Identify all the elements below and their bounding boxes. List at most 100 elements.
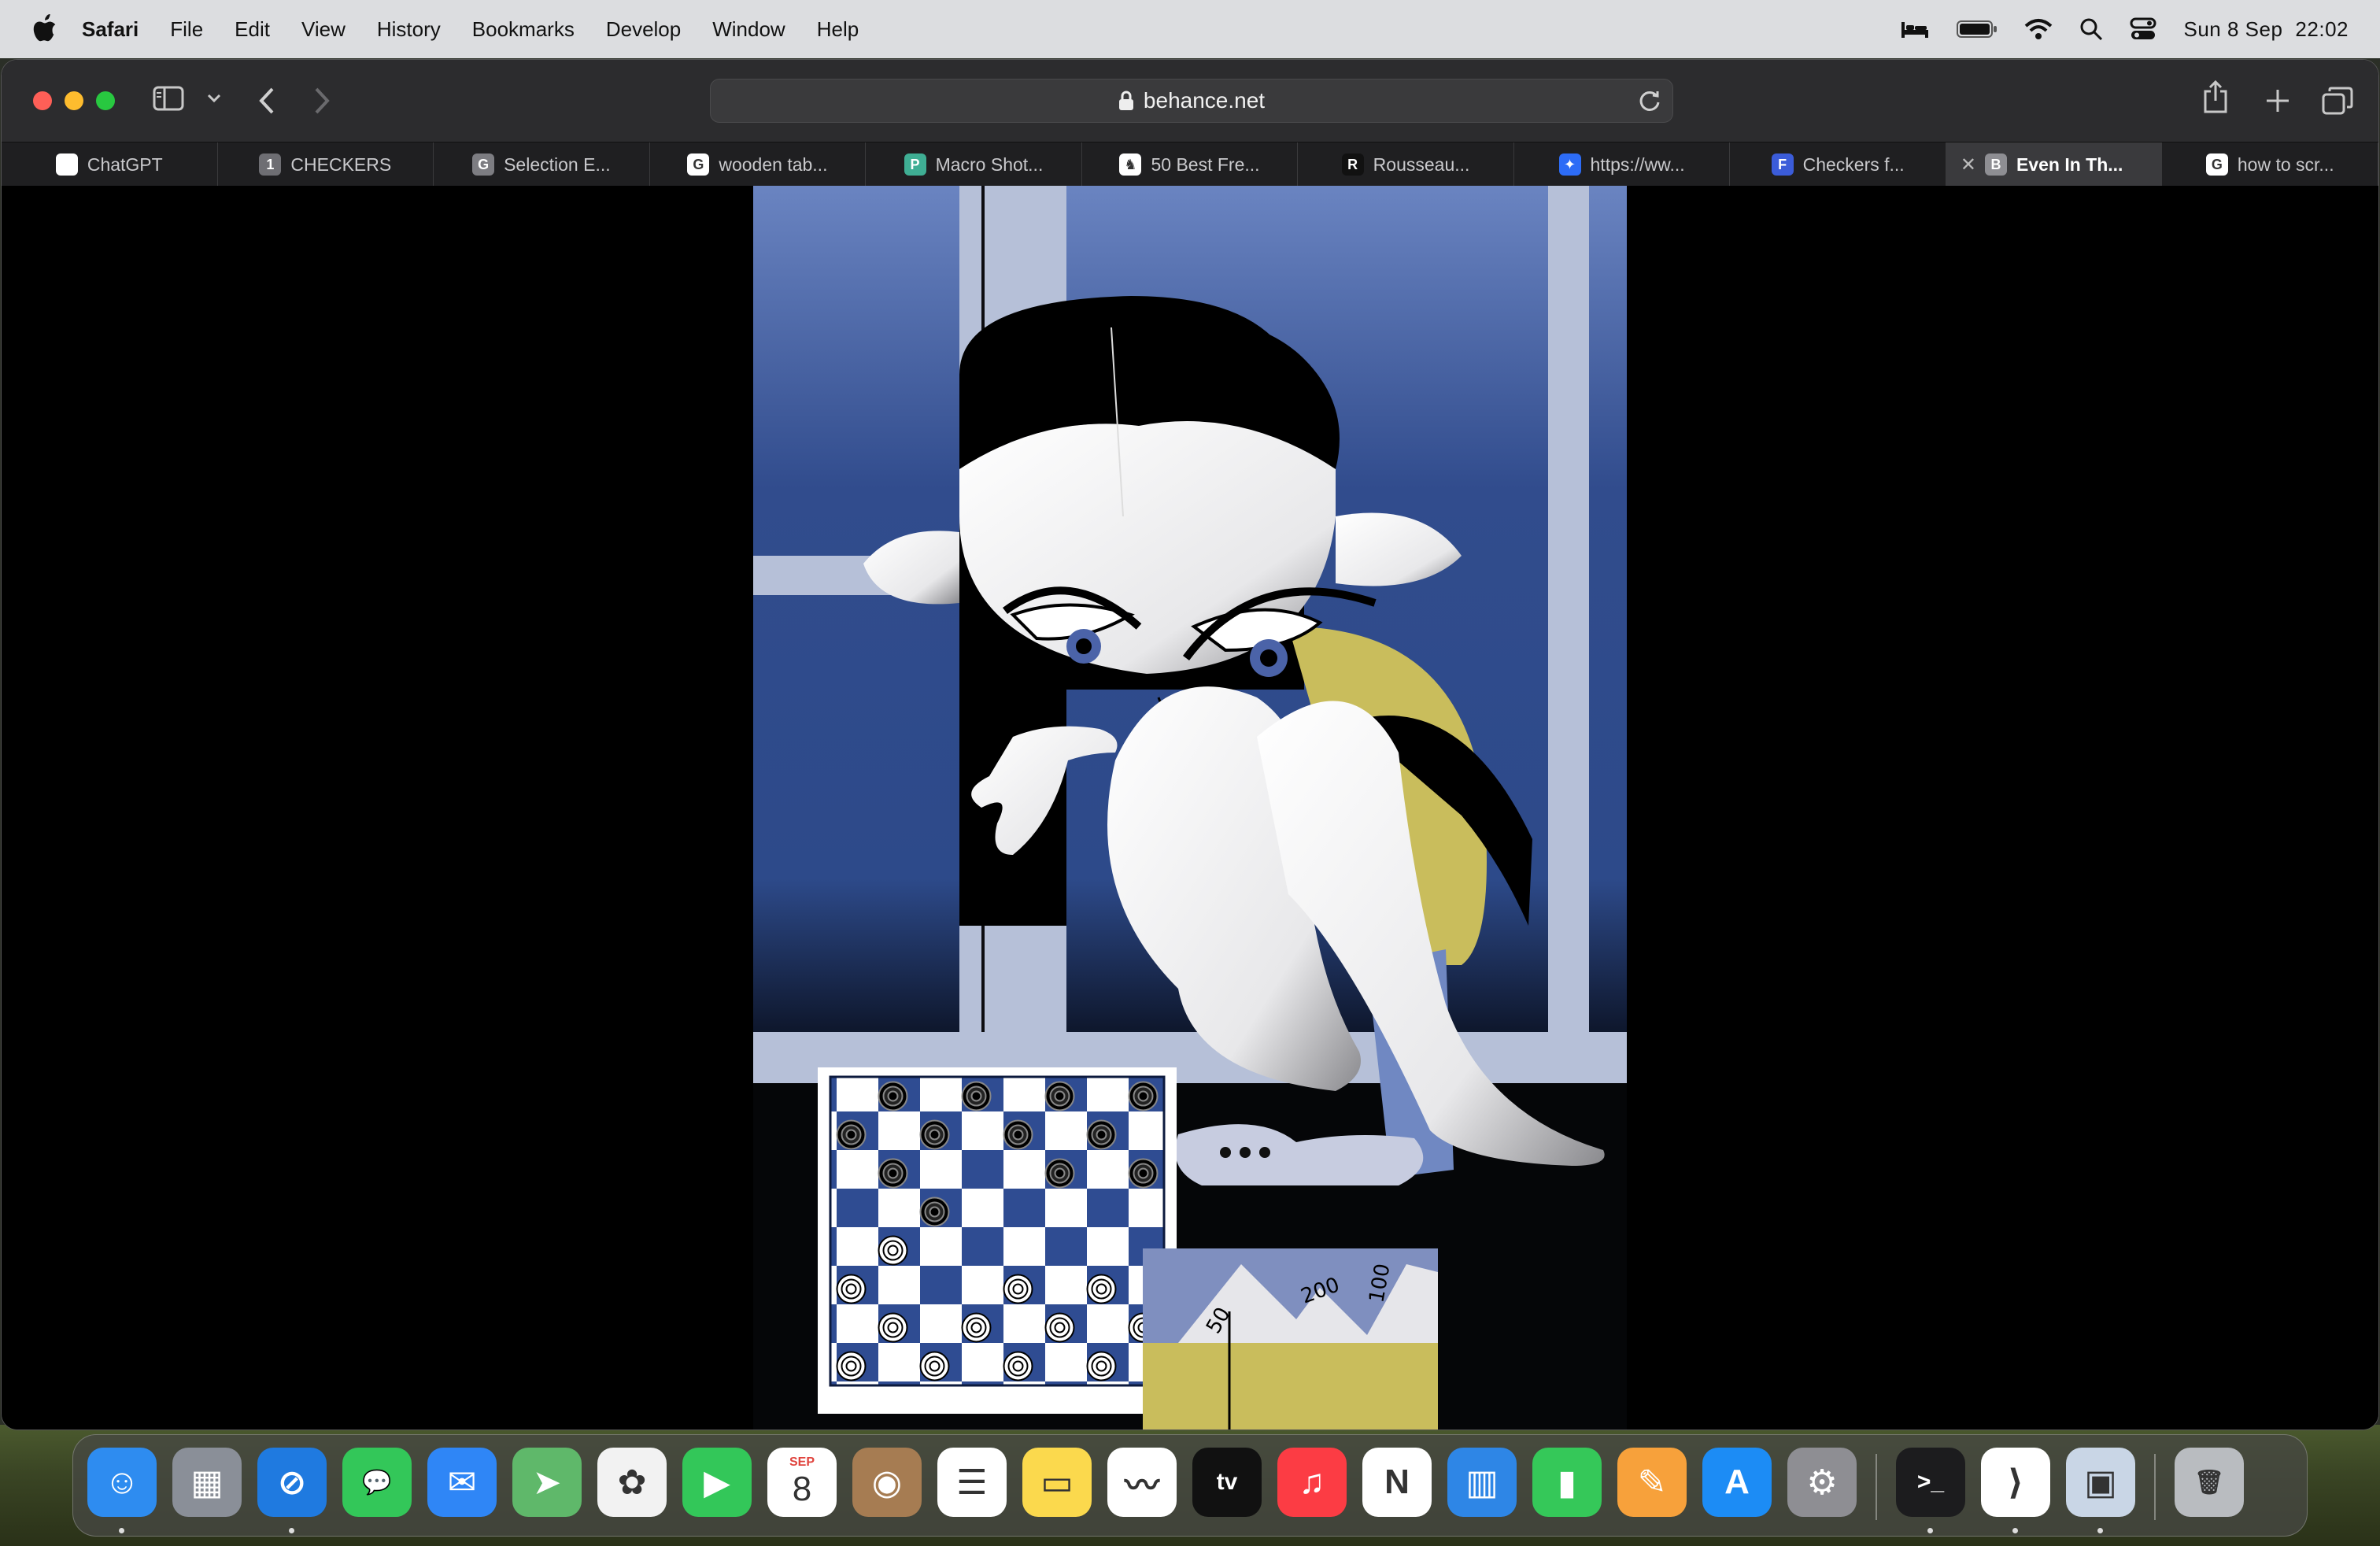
facetime-icon[interactable]: ▶ xyxy=(682,1448,752,1517)
finder-icon[interactable]: ☺ xyxy=(87,1448,157,1517)
browser-tab[interactable]: P Macro Shot... xyxy=(866,142,1082,187)
browser-tab[interactable]: F Checkers f... xyxy=(1730,142,1946,187)
browser-tab[interactable]: 1 CHECKERS xyxy=(218,142,434,187)
browser-tab[interactable]: ♞ 50 Best Fre... xyxy=(1082,142,1299,187)
white-checker-piece xyxy=(1012,1283,1024,1295)
menu-edit[interactable]: Edit xyxy=(235,17,270,42)
menu-file[interactable]: File xyxy=(170,17,203,42)
tab-label: ChatGPT xyxy=(87,153,163,175)
spotlight-search-icon[interactable] xyxy=(2079,17,2103,41)
vscode-icon[interactable]: ⟩ xyxy=(1981,1448,2050,1517)
address-bar[interactable]: behance.net xyxy=(710,79,1673,123)
running-indicator xyxy=(119,1528,124,1533)
menu-window[interactable]: Window xyxy=(712,17,785,42)
close-window-button[interactable] xyxy=(33,91,52,110)
black-checker-piece xyxy=(970,1090,982,1102)
black-checker-piece xyxy=(1137,1090,1149,1102)
browser-tab[interactable]: Gwooden tab... xyxy=(650,142,867,187)
calendar-day: 8 xyxy=(792,1470,812,1508)
reminders-icon[interactable]: ☰ xyxy=(937,1448,1007,1517)
control-center-icon[interactable] xyxy=(2130,17,2156,41)
browser-tab[interactable]: ✕ B Even In Th... xyxy=(1946,142,2163,187)
menu-bookmarks[interactable]: Bookmarks xyxy=(472,17,575,42)
browser-tab[interactable]: G Selection E... xyxy=(434,142,650,187)
back-arrow-icon[interactable] xyxy=(258,87,275,115)
chevron-down-icon[interactable] xyxy=(206,93,222,104)
menu-history[interactable]: History xyxy=(377,17,441,42)
trash-icon[interactable]: 🗑 xyxy=(2175,1448,2244,1517)
numbers-icon[interactable]: ▮ xyxy=(1532,1448,1602,1517)
tab-label: wooden tab... xyxy=(719,153,828,175)
music-icon[interactable]: ♫ xyxy=(1277,1448,1347,1517)
contacts-icon[interactable]: ◉ xyxy=(852,1448,922,1517)
new-tab-icon[interactable] xyxy=(2265,88,2290,113)
bed-icon[interactable] xyxy=(1900,19,1930,39)
white-checker-piece xyxy=(1096,1283,1107,1295)
launchpad-icon[interactable]: ▦ xyxy=(172,1448,242,1517)
apple-tv-icon[interactable]: tv xyxy=(1192,1448,1262,1517)
system-settings-icon[interactable]: ⚙ xyxy=(1787,1448,1857,1517)
apple-logo-icon[interactable] xyxy=(31,14,58,44)
black-checker-piece xyxy=(1054,1090,1066,1102)
checkers-illustration: 100 200 50 xyxy=(753,186,1627,1429)
letter-g-icon: G xyxy=(472,153,495,176)
news-icon[interactable]: N xyxy=(1362,1448,1432,1517)
terminal-icon[interactable]: >_ xyxy=(1896,1448,1965,1517)
share-icon[interactable] xyxy=(2202,80,2229,113)
menu-help[interactable]: Help xyxy=(817,17,859,42)
p-icon: P xyxy=(904,153,926,176)
white-checker-piece xyxy=(1096,1360,1107,1372)
calendar-month: SEP xyxy=(789,1455,815,1469)
menu-date: Sun 8 Sep xyxy=(2183,17,2283,41)
battery-icon[interactable] xyxy=(1957,19,1998,39)
reload-icon[interactable] xyxy=(1638,89,1661,113)
menu-app-safari[interactable]: Safari xyxy=(82,17,139,42)
running-indicator xyxy=(2012,1528,2018,1533)
safari-icon[interactable]: ⊘ xyxy=(257,1448,327,1517)
forward-arrow-icon[interactable] xyxy=(313,87,331,115)
close-tab-icon[interactable]: ✕ xyxy=(1961,153,1976,176)
minimize-window-button[interactable] xyxy=(65,91,83,110)
keynote-icon[interactable]: ▥ xyxy=(1447,1448,1517,1517)
white-checker-piece xyxy=(1054,1322,1066,1333)
menu-develop[interactable]: Develop xyxy=(606,17,681,42)
browser-tab[interactable]: Ghow to scr... xyxy=(2162,142,2378,187)
menu-view[interactable]: View xyxy=(301,17,346,42)
calendar-icon[interactable]: SEP 8 xyxy=(767,1448,837,1517)
number-one-icon: 1 xyxy=(259,153,282,176)
black-checker-piece xyxy=(929,1206,941,1218)
f-icon: F xyxy=(1771,153,1794,176)
window-frame-right xyxy=(1548,186,1589,1032)
window-controls xyxy=(33,91,115,110)
running-indicator xyxy=(2097,1528,2103,1533)
checkerboard xyxy=(829,1075,1166,1387)
google-icon: G xyxy=(2205,153,2228,176)
browser-tab[interactable]: R Rousseau... xyxy=(1298,142,1514,187)
wifi-icon[interactable] xyxy=(2024,18,2053,40)
chatgpt-icon xyxy=(55,153,78,176)
menu-clock[interactable]: Sun 8 Sep 22:02 xyxy=(2183,17,2349,42)
maps-icon[interactable]: ➤ xyxy=(512,1448,582,1517)
black-checker-piece xyxy=(929,1129,941,1141)
zoom-window-button[interactable] xyxy=(96,91,115,110)
notes-icon[interactable]: ▭ xyxy=(1022,1448,1092,1517)
app-store-icon[interactable]: A xyxy=(1702,1448,1772,1517)
tab-bar: ChatGPT 1 CHECKERS G Selection E... Gwooden t… xyxy=(2,142,2378,187)
black-checker-piece xyxy=(887,1090,899,1102)
messages-icon[interactable]: 💬 xyxy=(342,1448,412,1517)
browser-tab[interactable]: ChatGPT xyxy=(2,142,218,187)
tab-label: how to scr... xyxy=(2237,153,2334,175)
black-checker-piece xyxy=(1096,1129,1107,1141)
sidebar-toggle-icon[interactable] xyxy=(153,85,184,112)
tab-overview-icon[interactable] xyxy=(2322,87,2353,115)
browser-tab[interactable]: ✦ https://ww... xyxy=(1514,142,1731,187)
preview-icon[interactable]: ▣ xyxy=(2066,1448,2135,1517)
black-checker-piece xyxy=(1054,1167,1066,1179)
tab-label: Checkers f... xyxy=(1802,153,1905,175)
pages-icon[interactable]: ✎ xyxy=(1617,1448,1687,1517)
safari-window: behance.net ChatGPT 1 CHECKERS G Selection E… xyxy=(2,60,2378,1429)
photos-icon[interactable]: ✿ xyxy=(597,1448,667,1517)
freeform-icon[interactable]: 〰 xyxy=(1107,1448,1177,1517)
mail-icon[interactable]: ✉ xyxy=(427,1448,497,1517)
dock-separator xyxy=(2154,1454,2156,1520)
